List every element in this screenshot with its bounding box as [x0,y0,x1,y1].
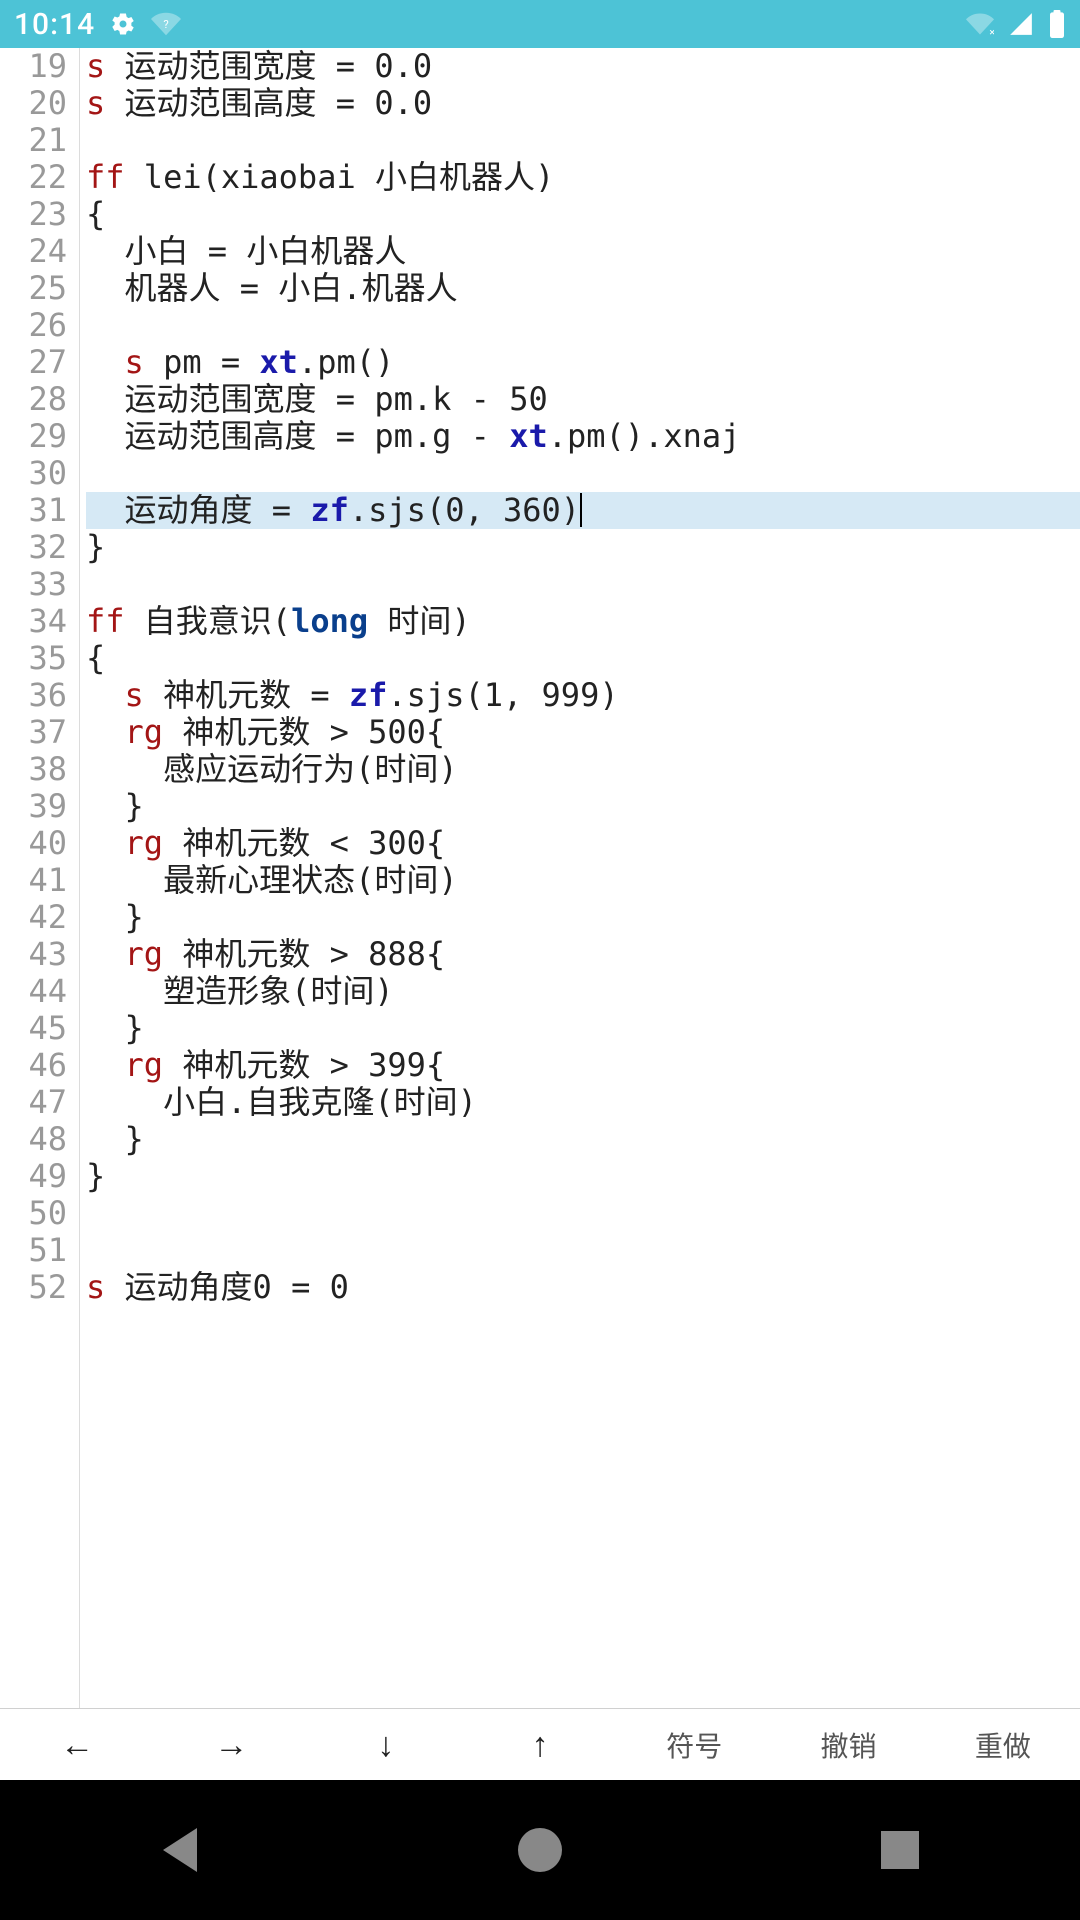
svg-text:×: × [989,26,994,38]
code-line[interactable]: 运动范围宽度 = pm.k - 50 [86,381,1080,418]
editor-toolbar: ← → ↓ ↑ 符号 撤销 重做 [0,1708,1080,1780]
line-number: 40 [0,825,67,862]
line-number: 19 [0,48,67,85]
code-line[interactable]: rg 神机元数 > 500{ [86,714,1080,751]
code-line[interactable] [86,122,1080,159]
status-clock: 10:14 [14,7,95,42]
arrow-right-button[interactable]: → [154,1709,308,1780]
code-line[interactable] [86,1195,1080,1232]
home-circle-icon [518,1828,562,1872]
undo-button[interactable]: 撤销 [771,1709,925,1780]
line-number: 37 [0,714,67,751]
code-line[interactable] [86,455,1080,492]
line-number: 41 [0,862,67,899]
code-line[interactable] [86,1232,1080,1269]
status-left: 10:14 ? [14,7,181,42]
code-line[interactable]: ff 自我意识(long 时间) [86,603,1080,640]
line-number: 33 [0,566,67,603]
line-number: 32 [0,529,67,566]
line-number: 52 [0,1269,67,1306]
arrow-up-button[interactable]: ↑ [463,1709,617,1780]
code-line[interactable]: ff lei(xiaobai 小白机器人) [86,159,1080,196]
nav-back-button[interactable] [156,1826,204,1874]
line-number: 47 [0,1084,67,1121]
code-line[interactable]: } [86,1010,1080,1047]
code-line[interactable]: s 神机元数 = zf.sjs(1, 999) [86,677,1080,714]
code-line[interactable]: s pm = xt.pm() [86,344,1080,381]
line-number: 25 [0,270,67,307]
status-right: × [966,10,1066,38]
code-editor[interactable]: 1920212223242526272829303132333435363738… [0,48,1080,1708]
code-line[interactable]: { [86,640,1080,677]
code-line[interactable]: rg 神机元数 < 300{ [86,825,1080,862]
line-number: 36 [0,677,67,714]
code-line[interactable]: s 运动范围高度 = 0.0 [86,85,1080,122]
code-line[interactable]: } [86,529,1080,566]
line-number: 22 [0,159,67,196]
line-number: 45 [0,1010,67,1047]
line-number: 23 [0,196,67,233]
line-number: 35 [0,640,67,677]
code-line[interactable]: 小白.自我克隆(时间) [86,1084,1080,1121]
arrow-down-button[interactable]: ↓ [309,1709,463,1780]
code-line[interactable]: { [86,196,1080,233]
code-line[interactable]: 运动范围高度 = pm.g - xt.pm().xnaj [86,418,1080,455]
line-number: 30 [0,455,67,492]
code-line[interactable] [86,307,1080,344]
line-number: 21 [0,122,67,159]
nav-home-button[interactable] [516,1826,564,1874]
nav-recent-button[interactable] [876,1826,924,1874]
line-number: 44 [0,973,67,1010]
wifi-weak-icon: ? [151,9,181,39]
line-number: 27 [0,344,67,381]
line-number: 49 [0,1158,67,1195]
gear-icon [109,10,137,38]
line-number: 31 [0,492,67,529]
status-bar: 10:14 ? × [0,0,1080,48]
code-line[interactable]: } [86,788,1080,825]
code-line[interactable]: 最新心理状态(时间) [86,862,1080,899]
text-cursor [580,493,582,527]
line-number: 28 [0,381,67,418]
line-number: 38 [0,751,67,788]
line-number: 34 [0,603,67,640]
line-number: 43 [0,936,67,973]
code-line[interactable]: rg 神机元数 > 399{ [86,1047,1080,1084]
code-line[interactable] [86,566,1080,603]
line-number: 48 [0,1121,67,1158]
code-area[interactable]: s 运动范围宽度 = 0.0s 运动范围高度 = 0.0 ff lei(xiaob… [80,48,1080,1708]
line-number: 50 [0,1195,67,1232]
svg-text:?: ? [163,18,168,31]
line-number: 42 [0,899,67,936]
arrow-left-button[interactable]: ← [0,1709,154,1780]
back-triangle-icon [163,1828,197,1872]
code-line[interactable]: 运动角度 = zf.sjs(0, 360) [86,492,1080,529]
code-line[interactable]: } [86,1121,1080,1158]
code-line[interactable]: rg 神机元数 > 888{ [86,936,1080,973]
line-number: 46 [0,1047,67,1084]
code-line[interactable]: } [86,1158,1080,1195]
code-line[interactable]: s 运动角度0 = 0 [86,1269,1080,1306]
recent-square-icon [881,1831,919,1869]
line-number: 39 [0,788,67,825]
code-line[interactable]: 感应运动行为(时间) [86,751,1080,788]
line-number: 24 [0,233,67,270]
symbol-button[interactable]: 符号 [617,1709,771,1780]
battery-icon [1048,10,1066,38]
code-line[interactable]: s 运动范围宽度 = 0.0 [86,48,1080,85]
code-line[interactable]: 小白 = 小白机器人 [86,233,1080,270]
code-line[interactable]: 塑造形象(时间) [86,973,1080,1010]
android-nav-bar [0,1780,1080,1920]
line-number: 20 [0,85,67,122]
line-number: 29 [0,418,67,455]
line-number: 51 [0,1232,67,1269]
code-line[interactable]: 机器人 = 小白.机器人 [86,270,1080,307]
line-number: 26 [0,307,67,344]
code-line[interactable]: } [86,899,1080,936]
redo-button[interactable]: 重做 [926,1709,1080,1780]
wifi-off-icon: × [966,10,994,38]
line-number-gutter: 1920212223242526272829303132333435363738… [0,48,80,1708]
signal-icon [1008,11,1034,37]
